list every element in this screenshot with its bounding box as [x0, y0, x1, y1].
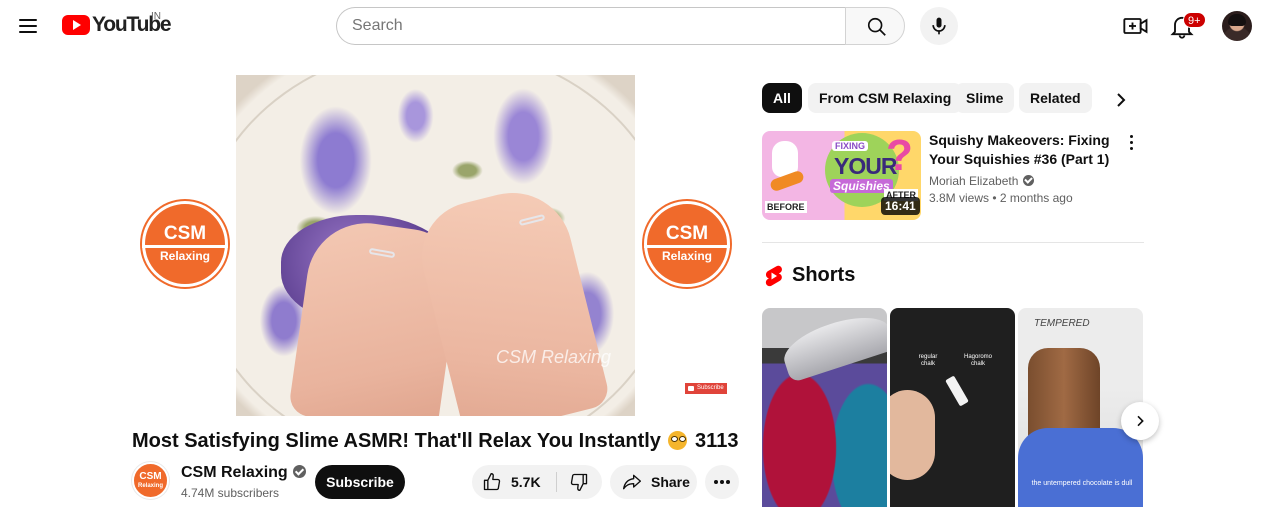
recommendation-meta: 3.8M views • 2 months ago — [929, 191, 1073, 205]
channel-logo-left: CSM Relaxing — [142, 201, 228, 287]
country-code: IN — [151, 11, 161, 22]
short-thumbnail-1[interactable] — [762, 308, 887, 507]
video-watermark: CSM Relaxing — [496, 347, 612, 367]
recommendation-title[interactable]: Squishy Makeovers: Fixing Your Squishies… — [929, 131, 1123, 169]
shorts-next-button[interactable] — [1121, 402, 1159, 440]
share-arrow-icon — [623, 474, 641, 490]
notification-badge: 9+ — [1183, 12, 1206, 28]
share-label: Share — [651, 474, 690, 490]
youtube-play-icon — [62, 15, 90, 35]
glove-illustration — [1018, 428, 1143, 507]
more-horizontal-icon — [714, 480, 730, 484]
chevron-right-icon — [1137, 415, 1144, 427]
section-divider — [762, 242, 1144, 243]
endscreen-subscribe[interactable]: Subscribe — [685, 383, 727, 394]
video-camera-plus-icon — [1123, 18, 1148, 34]
more-actions-button[interactable] — [705, 465, 739, 499]
question-mark-graphic: ? — [886, 131, 913, 180]
dislike-button[interactable] — [556, 465, 602, 499]
subscribe-button[interactable]: Subscribe — [315, 465, 405, 499]
video-title: Most Satisfying Slime ASMR! That'll Rela… — [132, 430, 739, 452]
create-button[interactable] — [1122, 12, 1150, 40]
short-thumbnail-2[interactable]: regular chalk Hagoromo chalk — [890, 308, 1015, 507]
subscriber-count: 4.74M subscribers — [181, 486, 280, 500]
share-button[interactable]: Share — [610, 465, 697, 499]
search-icon — [867, 17, 886, 36]
chip-slime[interactable]: Slime — [955, 83, 1015, 113]
short-thumbnail-3[interactable]: TEMPERED the untempered chocolate is dul… — [1018, 308, 1143, 507]
voice-search-button[interactable] — [920, 7, 958, 45]
menu-icon[interactable] — [12, 10, 44, 42]
like-count: 5.7K — [511, 474, 541, 490]
hand-illustration — [890, 390, 935, 480]
chips-next-button[interactable] — [1109, 88, 1133, 112]
star-struck-emoji-icon — [668, 431, 688, 450]
channel-logo-right: CSM Relaxing — [644, 201, 730, 287]
video-frame: CSM Relaxing — [236, 75, 635, 416]
chip-from-channel[interactable]: From CSM Relaxing — [808, 83, 963, 113]
shorts-icon — [765, 265, 782, 287]
verified-icon — [1023, 175, 1035, 186]
chip-all[interactable]: All — [762, 83, 802, 113]
recommendation-menu-icon[interactable] — [1124, 132, 1140, 152]
search-button[interactable] — [845, 7, 905, 45]
video-player[interactable]: CSM Relaxing CSM Relaxing CSM Relaxing S… — [132, 75, 738, 416]
chalk-illustration — [945, 375, 969, 407]
thumbs-down-icon — [570, 473, 588, 491]
video-duration: 16:41 — [881, 197, 920, 215]
shorts-section-title: Shorts — [792, 264, 856, 286]
channel-avatar[interactable]: CSM Relaxing — [132, 462, 169, 499]
chevron-right-icon — [1117, 93, 1126, 107]
like-button[interactable]: 5.7K — [472, 465, 556, 499]
verified-icon — [292, 465, 306, 478]
thumbs-up-icon — [483, 473, 501, 491]
mic-icon — [932, 17, 946, 35]
chip-related[interactable]: Related — [1019, 83, 1092, 113]
recommendation-channel[interactable]: Moriah Elizabeth — [929, 174, 1035, 188]
channel-name[interactable]: CSM Relaxing — [181, 464, 306, 482]
search-input[interactable] — [336, 7, 846, 45]
spoon-illustration — [777, 308, 887, 383]
account-avatar[interactable] — [1222, 11, 1252, 41]
